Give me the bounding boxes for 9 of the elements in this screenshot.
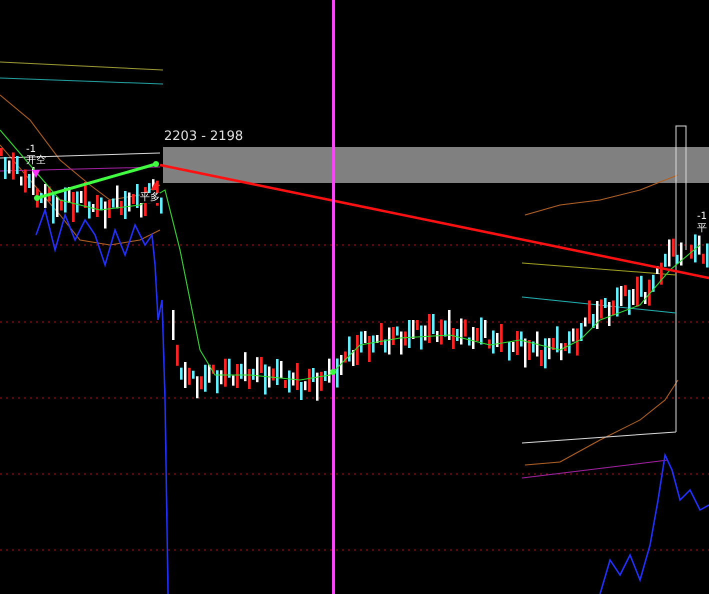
- cursor-point: [330, 369, 336, 375]
- signal-label: 开空: [26, 156, 46, 166]
- signal-label: -1: [697, 212, 707, 222]
- signal-label: 平: [697, 224, 707, 234]
- signal-label: -1: [26, 145, 36, 155]
- signal-label: 平多: [140, 193, 160, 203]
- price-range-label: 2203 - 2198: [164, 130, 244, 143]
- up-marker-icon: [151, 182, 159, 190]
- down-marker-icon: [32, 170, 40, 178]
